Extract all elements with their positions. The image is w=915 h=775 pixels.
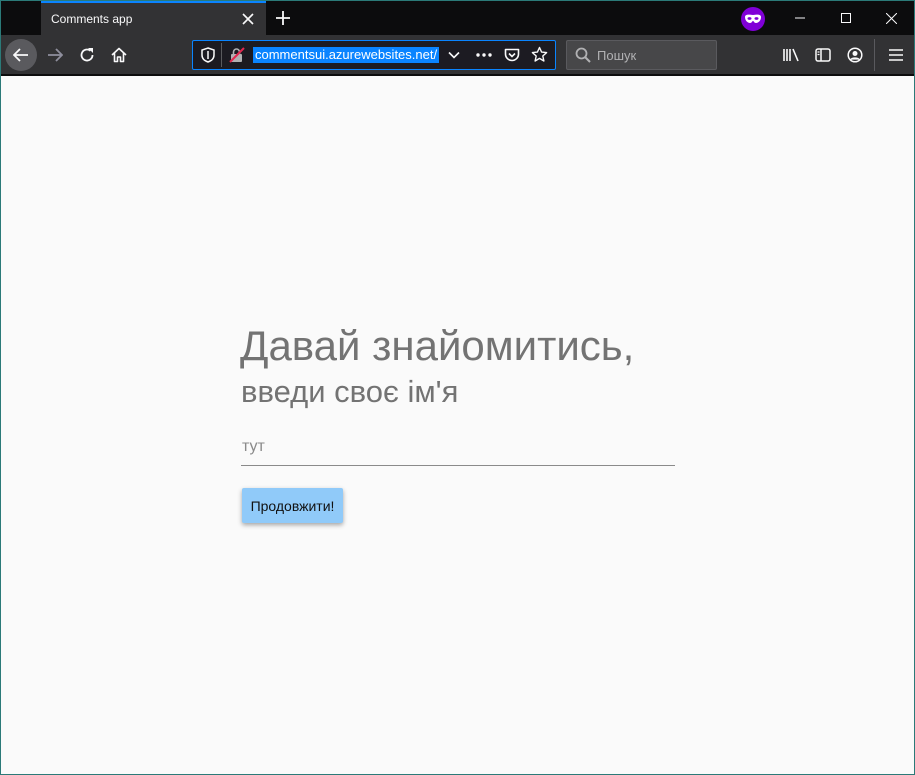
more-dots-icon[interactable] xyxy=(475,48,493,62)
url-divider xyxy=(221,43,222,67)
tab-comments-app[interactable]: Comments app xyxy=(41,1,266,35)
toolbar-divider xyxy=(874,39,875,71)
search-box[interactable]: Пошук xyxy=(566,40,717,70)
library-icon[interactable] xyxy=(775,39,807,71)
close-icon[interactable] xyxy=(236,7,260,31)
tab-strip: Comments app xyxy=(1,1,914,35)
search-placeholder: Пошук xyxy=(597,48,637,63)
pocket-icon[interactable] xyxy=(504,47,520,63)
plus-icon[interactable] xyxy=(271,6,295,30)
browser-window: Comments app commentsui.azurewebsites.ne… xyxy=(1,1,914,774)
home-icon[interactable] xyxy=(103,39,135,71)
url-text[interactable]: commentsui.azurewebsites.net/ xyxy=(253,47,440,63)
minimize-icon[interactable] xyxy=(777,1,823,35)
name-input[interactable] xyxy=(241,428,675,466)
page-subtitle: введи своє ім'я xyxy=(241,374,459,409)
account-icon[interactable] xyxy=(839,39,871,71)
chevron-down-icon[interactable] xyxy=(447,48,461,62)
search-icon xyxy=(575,47,591,63)
continue-button[interactable]: Продовжити! xyxy=(242,488,343,523)
insecure-lock-icon[interactable] xyxy=(229,47,245,63)
arrow-left-icon[interactable] xyxy=(5,39,37,71)
hamburger-menu-icon[interactable] xyxy=(880,39,912,71)
tab-title: Comments app xyxy=(51,12,133,26)
maximize-icon[interactable] xyxy=(823,1,869,35)
page-content: Давай знайомитись, введи своє ім'я Продо… xyxy=(1,76,914,774)
sidebar-icon[interactable] xyxy=(807,39,839,71)
shield-icon[interactable] xyxy=(201,47,215,63)
private-browsing-mask-icon xyxy=(741,7,765,31)
reload-icon[interactable] xyxy=(71,39,103,71)
url-bar[interactable]: commentsui.azurewebsites.net/ xyxy=(192,40,556,70)
nav-toolbar: commentsui.azurewebsites.net/ Пошук xyxy=(1,35,914,75)
arrow-right-icon[interactable] xyxy=(39,39,71,71)
page-title: Давай знайомитись, xyxy=(240,322,635,369)
star-icon[interactable] xyxy=(531,46,548,63)
close-window-icon[interactable] xyxy=(868,1,914,35)
